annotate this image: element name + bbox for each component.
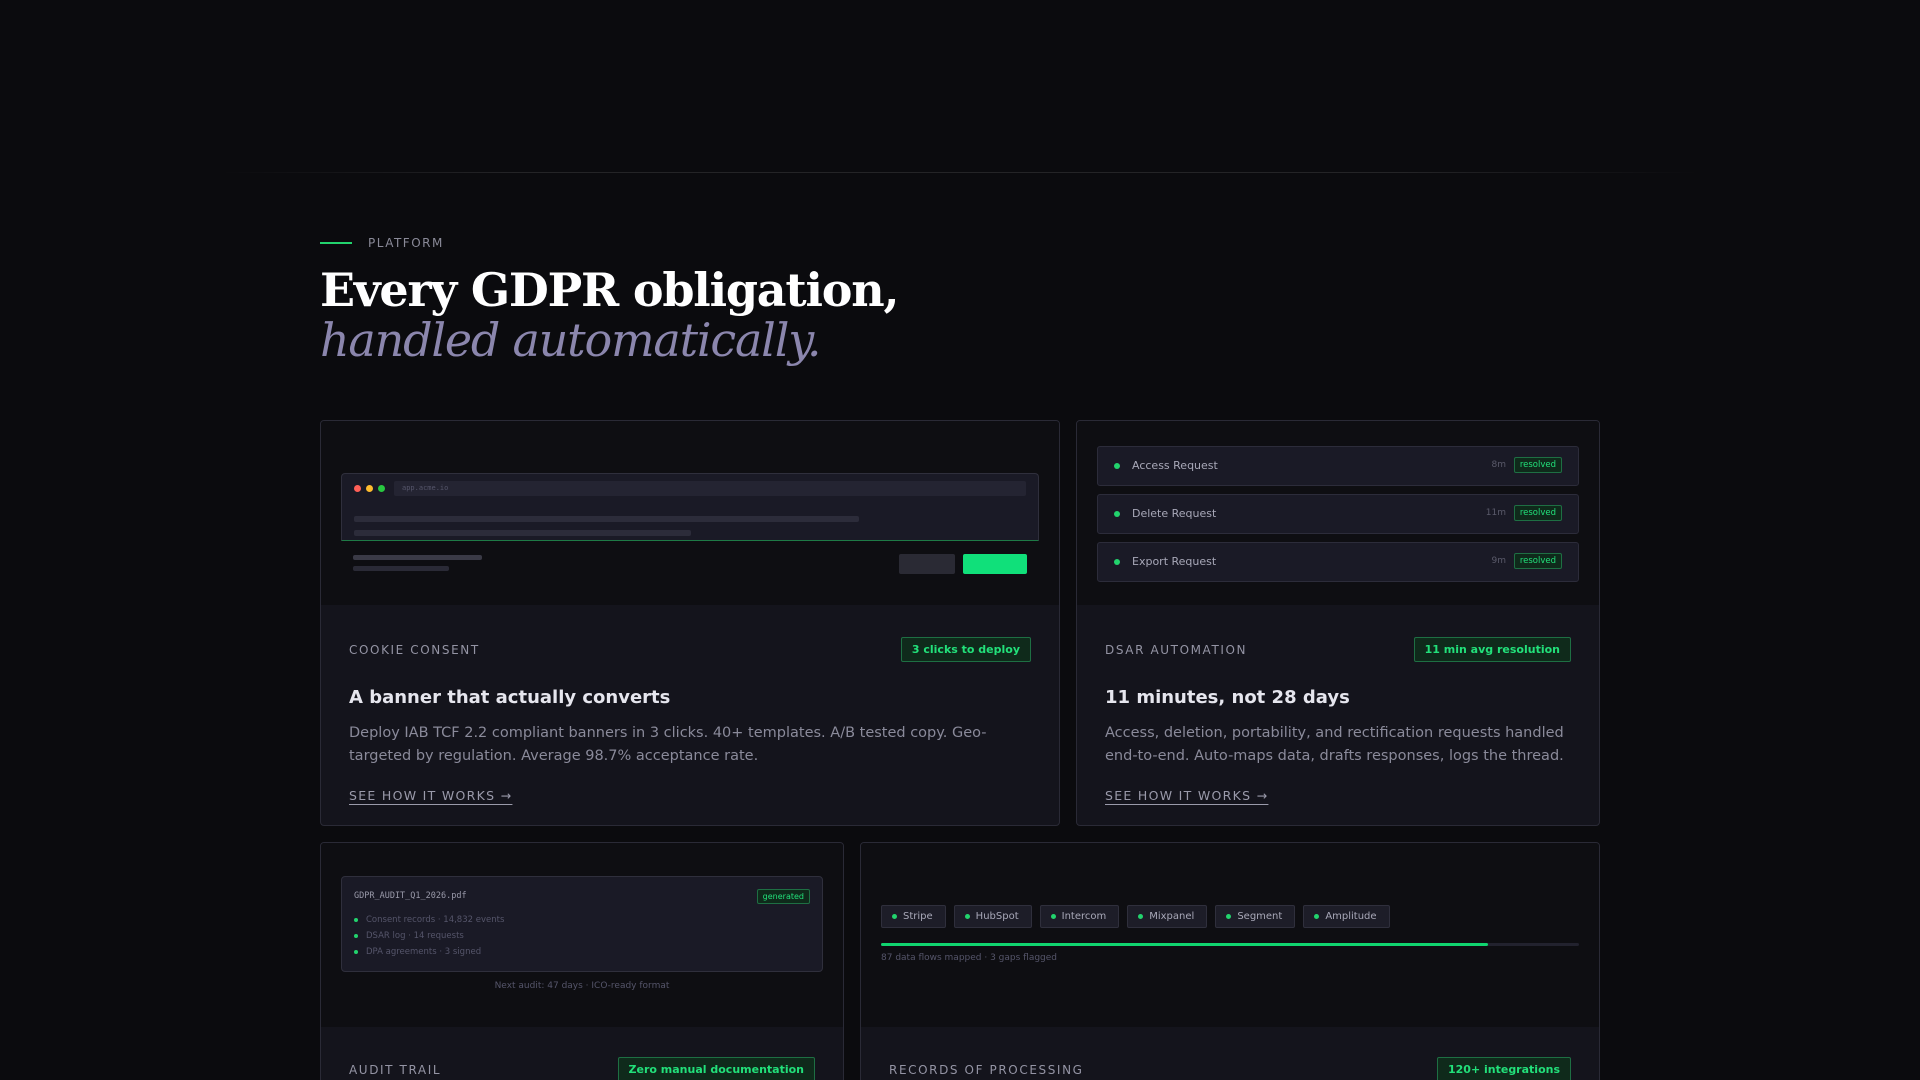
request-label: Delete Request (1132, 507, 1217, 520)
card-category: RECORDS OF PROCESSING (889, 1063, 1084, 1077)
card-content: DSAR AUTOMATION 11 min avg resolution 11… (1105, 637, 1571, 804)
request-row: Delete Request 11m resolved (1097, 494, 1579, 534)
status-badge: resolved (1513, 505, 1562, 521)
browser-url-bar: app.acme.io (394, 481, 1026, 496)
card-badge: 11 min avg resolution (1413, 637, 1571, 662)
audit-footnote: Next audit: 47 days · ICO-ready format (494, 981, 670, 991)
status-badge: resolved (1513, 457, 1562, 473)
banner-accept-button (963, 554, 1027, 574)
status-badge: resolved (1513, 553, 1562, 569)
request-label: Access Request (1132, 459, 1218, 472)
request-row: Access Request 8m resolved (1097, 446, 1579, 486)
request-time: 9m (1491, 556, 1507, 566)
integration-chip-amplitude: Amplitude (1303, 905, 1390, 928)
banner-text-line (353, 555, 482, 560)
headline-line-1: Every GDPR obligation, (320, 263, 899, 317)
eyebrow-label: PLATFORM (368, 236, 444, 250)
status-dot (1114, 463, 1120, 469)
top-divider (220, 172, 1700, 173)
integration-chip-mixpanel: Mixpanel (1127, 905, 1208, 928)
placeholder-line (354, 516, 859, 522)
audit-document: GDPR_AUDIT_Q1_2026.pdf generated Consent… (341, 876, 823, 972)
document-filename: GDPR_AUDIT_Q1_2026.pdf (354, 891, 467, 901)
card-badge: 120+ integrations (1436, 1057, 1571, 1080)
banner-reject-button (899, 554, 955, 574)
window-minimize-dot (366, 485, 373, 492)
request-row: Export Request 9m resolved (1097, 542, 1579, 582)
records-of-processing-card: Stripe HubSpot Intercom Mixpanel Segment… (860, 842, 1600, 1080)
request-time: 11m (1485, 508, 1506, 518)
browser-mockup: app.acme.io (341, 473, 1039, 541)
integration-chip-hubspot: HubSpot (953, 905, 1032, 928)
card-content: RECORDS OF PROCESSING 120+ integrations (889, 1057, 1571, 1080)
section-headline: Every GDPR obligation, handled automatic… (320, 262, 899, 367)
status-dot (1114, 511, 1120, 517)
integration-chip-stripe: Stripe (881, 905, 946, 928)
card-description: Deploy IAB TCF 2.2 compliant banners in … (349, 725, 987, 764)
document-item: DPA agreements · 3 signed (354, 947, 481, 957)
dsar-preview: Access Request 8m resolved Delete Reques… (1077, 421, 1599, 605)
document-item: DSAR log · 14 requests (354, 931, 464, 941)
card-category: AUDIT TRAIL (349, 1063, 442, 1077)
integration-chips: Stripe HubSpot Intercom Mixpanel Segment… (881, 905, 1390, 928)
integrations-preview: Stripe HubSpot Intercom Mixpanel Segment… (861, 843, 1599, 1027)
document-item: Consent records · 14,832 events (354, 915, 504, 925)
headline-line-2: handled automatically. (320, 313, 822, 367)
card-category: DSAR AUTOMATION (1105, 643, 1248, 657)
status-dot (1114, 559, 1120, 565)
cookie-consent-card: app.acme.io COOKIE CONSENT 3 clicks to d… (320, 420, 1060, 826)
card-description: Access, deletion, portability, and recti… (1105, 725, 1564, 764)
card-title: A banner that actually converts (349, 687, 671, 708)
card-badge: Zero manual documentation (617, 1057, 815, 1080)
dsar-automation-card: Access Request 8m resolved Delete Reques… (1076, 420, 1600, 826)
mapping-caption: 87 data flows mapped · 3 gaps flagged (881, 953, 1058, 963)
audit-trail-card: GDPR_AUDIT_Q1_2026.pdf generated Consent… (320, 842, 844, 1080)
mapping-progress-bar (881, 943, 1579, 946)
card-category: COOKIE CONSENT (349, 643, 480, 657)
see-how-it-works-link[interactable]: SEE HOW IT WORKS → (1105, 788, 1268, 803)
mapping-progress-fill (881, 943, 1489, 946)
card-content: COOKIE CONSENT 3 clicks to deploy A bann… (349, 637, 1031, 804)
card-title: 11 minutes, not 28 days (1105, 687, 1350, 708)
see-how-it-works-link[interactable]: SEE HOW IT WORKS → (349, 788, 512, 803)
banner-text-line (353, 566, 449, 571)
request-time: 8m (1491, 460, 1507, 470)
card-content: AUDIT TRAIL Zero manual documentation (349, 1057, 815, 1080)
window-close-dot (354, 485, 361, 492)
placeholder-line (354, 530, 691, 536)
request-label: Export Request (1132, 555, 1217, 568)
section-eyebrow: PLATFORM (320, 236, 444, 250)
window-maximize-dot (378, 485, 385, 492)
banner-preview: app.acme.io (321, 421, 1059, 605)
integration-chip-segment: Segment (1215, 905, 1296, 928)
document-status-badge: generated (756, 889, 810, 904)
eyebrow-accent-line (320, 242, 352, 244)
audit-preview: GDPR_AUDIT_Q1_2026.pdf generated Consent… (321, 843, 843, 1027)
card-badge: 3 clicks to deploy (900, 637, 1031, 662)
integration-chip-intercom: Intercom (1039, 905, 1120, 928)
